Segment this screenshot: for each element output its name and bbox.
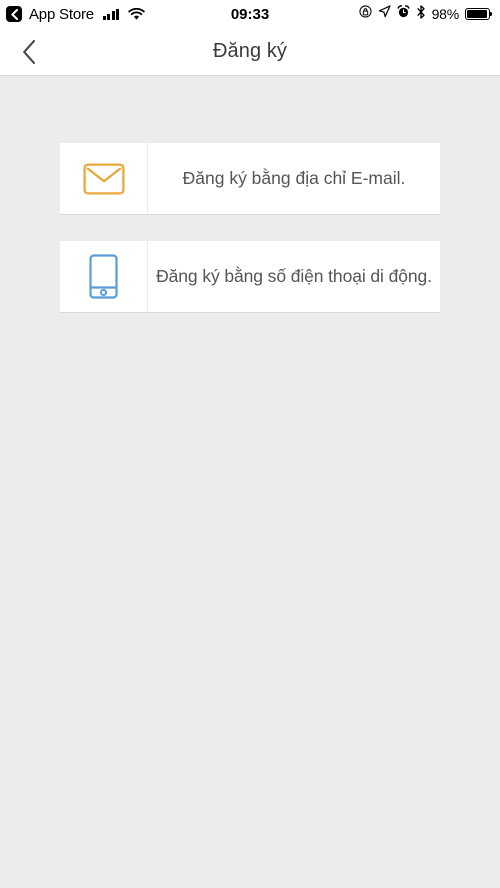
page-title: Đăng ký <box>212 40 288 62</box>
status-bar: App Store 09:33 98% <box>0 0 500 28</box>
register-with-phone-label: Đăng ký bằng số điện thoại di động. <box>156 266 432 286</box>
battery-percent-label: 98% <box>431 6 460 22</box>
email-icon-cell <box>60 143 148 214</box>
alarm-clock-icon <box>397 5 410 23</box>
app-screen: App Store 09:33 98% Đăng ký Đăng ký bằng… <box>0 0 500 888</box>
email-label-cell: Đăng ký bằng địa chỉ E-mail. <box>148 143 440 214</box>
register-with-phone-option[interactable]: Đăng ký bằng số điện thoại di động. <box>60 241 440 312</box>
navigation-bar: Đăng ký <box>0 28 500 76</box>
location-arrow-icon <box>378 5 391 23</box>
chevron-left-icon <box>22 39 35 64</box>
register-with-email-label: Đăng ký bằng địa chỉ E-mail. <box>182 168 406 188</box>
cellular-signal-icon <box>102 8 120 20</box>
wifi-icon <box>128 7 146 21</box>
phone-icon-cell <box>60 241 148 312</box>
envelope-icon <box>82 162 125 195</box>
status-bar-right: 98% <box>358 4 490 24</box>
bluetooth-icon <box>416 4 426 24</box>
status-bar-left: App Store <box>6 5 146 23</box>
rotation-lock-icon <box>358 5 372 23</box>
battery-icon <box>465 8 490 20</box>
phone-label-cell: Đăng ký bằng số điện thoại di động. <box>148 241 440 312</box>
status-back-app-label: App Store <box>29 5 94 23</box>
register-with-email-option[interactable]: Đăng ký bằng địa chỉ E-mail. <box>60 143 440 214</box>
mobile-phone-icon <box>89 254 118 299</box>
main-content: Đăng ký bằng địa chỉ E-mail. Đăng ký bằn… <box>0 76 500 888</box>
status-back-chevron-icon[interactable] <box>6 6 22 22</box>
nav-back-button[interactable] <box>0 28 58 76</box>
